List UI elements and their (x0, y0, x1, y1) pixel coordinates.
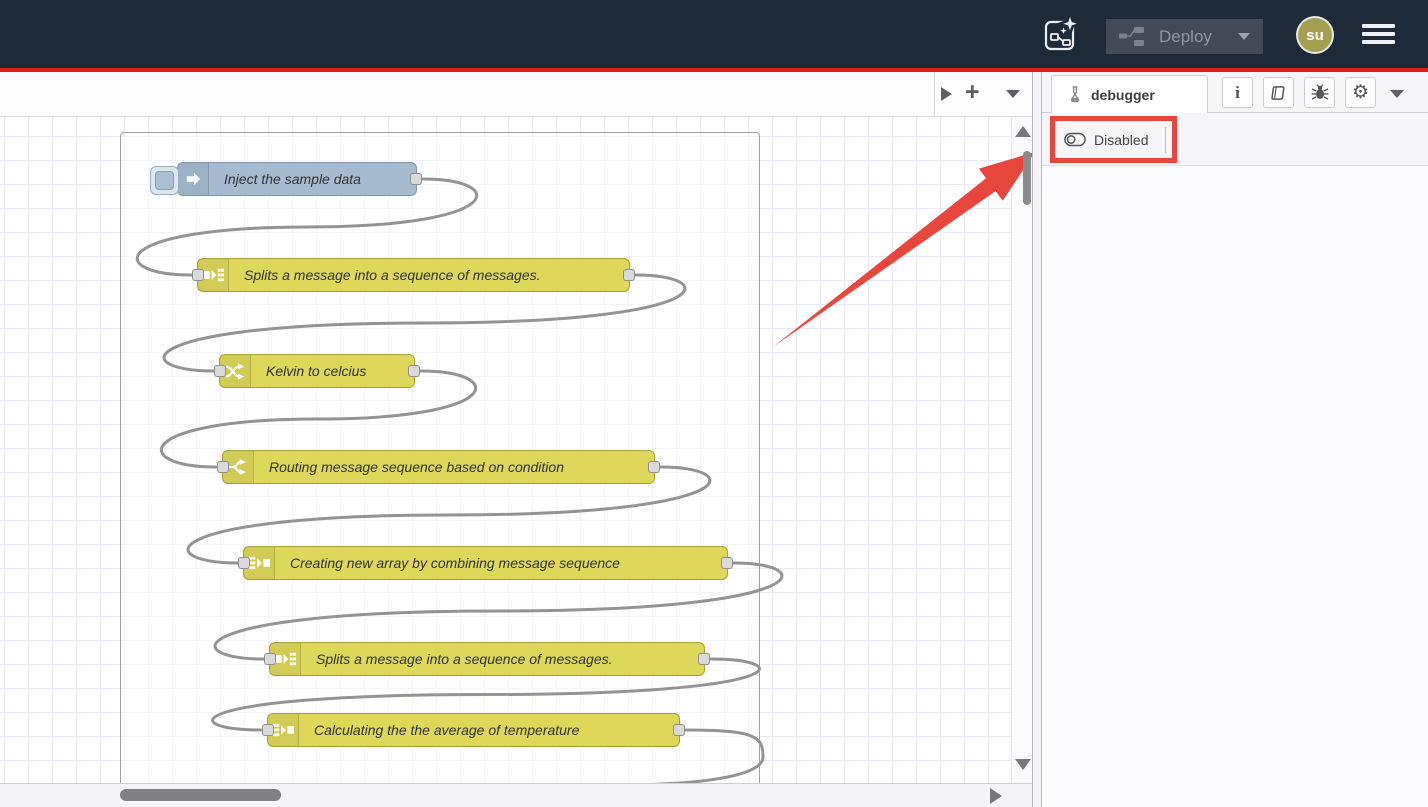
panel-splitter[interactable] (1033, 72, 1041, 807)
info-icon: i (1235, 83, 1240, 103)
toolbar-separator (1165, 127, 1166, 153)
toggle-off-icon (1064, 132, 1086, 147)
flow-list-chevron-icon[interactable] (1006, 90, 1020, 98)
deploy-chevron-icon[interactable] (1238, 33, 1250, 40)
vertical-scroll-track[interactable] (1011, 117, 1032, 783)
gear-icon: ⚙ (1352, 83, 1369, 102)
vertical-scrollbar-thumb[interactable] (1023, 151, 1031, 205)
disabled-label: Disabled (1094, 132, 1148, 148)
deploy-label: Deploy (1159, 27, 1212, 47)
sidebar: debugger i (1041, 72, 1428, 807)
output-port[interactable] (623, 269, 635, 281)
scroll-right-icon[interactable] (990, 788, 1002, 804)
node-label: Kelvin to celcius (251, 355, 380, 387)
flow-node-split[interactable]: Splits a message into a sequence of mess… (269, 642, 705, 676)
input-port[interactable] (192, 269, 204, 281)
deploy-nodes-icon (1119, 27, 1146, 46)
output-port[interactable] (408, 365, 420, 377)
flask-icon (1067, 86, 1083, 103)
node-label: Splits a message into a sequence of mess… (229, 259, 555, 291)
bug-icon (1311, 84, 1329, 101)
output-port[interactable] (698, 653, 710, 665)
sidebar-options-chevron-icon[interactable] (1390, 90, 1404, 98)
tab-debugger-label: debugger (1091, 87, 1155, 103)
inject-trigger-button[interactable] (150, 166, 179, 195)
flow-node-join[interactable]: Calculating the the average of temperatu… (267, 713, 680, 747)
sidebar-tab-row: debugger i (1042, 72, 1428, 113)
workspace-region: + Inject the sample data Splits a message… (0, 72, 1033, 807)
annotation-highlight-box: Disabled (1050, 116, 1177, 163)
docs-button[interactable] (1263, 77, 1294, 108)
input-port[interactable] (262, 724, 274, 736)
output-port[interactable] (721, 557, 733, 569)
flow-node-inject[interactable]: Inject the sample data (177, 162, 417, 196)
inject-node-icon (178, 163, 209, 195)
node-label: Calculating the the average of temperatu… (299, 714, 593, 746)
settings-button[interactable]: ⚙ (1345, 77, 1376, 108)
input-port[interactable] (264, 653, 276, 665)
output-port[interactable] (410, 173, 422, 185)
flow-node-split[interactable]: Splits a message into a sequence of mess… (197, 258, 630, 292)
tab-debugger[interactable]: debugger (1051, 75, 1208, 113)
input-port[interactable] (238, 557, 250, 569)
tabbar-separator (934, 72, 935, 116)
header-bar: Deploy su (0, 0, 1428, 68)
node-label: Splits a message into a sequence of mess… (301, 643, 627, 675)
flow-node-switch[interactable]: Routing message sequence based on condit… (222, 450, 655, 484)
node-label: Creating new array by combining message … (275, 547, 634, 579)
add-flow-button[interactable]: + (965, 77, 980, 107)
horizontal-scroll-track[interactable] (0, 783, 1032, 807)
flow-assistant-icon[interactable] (1042, 15, 1080, 53)
output-port[interactable] (673, 724, 685, 736)
tab-scroll-right-icon[interactable] (941, 87, 952, 101)
flow-node-join[interactable]: Creating new array by combining message … (243, 546, 728, 580)
input-port[interactable] (217, 461, 229, 473)
debugger-toolbar: Disabled (1042, 113, 1428, 166)
scroll-down-icon[interactable] (1015, 759, 1031, 770)
scroll-up-icon[interactable] (1015, 126, 1031, 137)
flow-canvas[interactable]: Inject the sample data Splits a message i… (0, 117, 1032, 783)
info-button[interactable]: i (1222, 77, 1253, 108)
main-menu-icon[interactable] (1362, 24, 1395, 48)
node-label: Routing message sequence based on condit… (254, 451, 578, 483)
output-port[interactable] (648, 461, 660, 473)
user-avatar[interactable]: su (1298, 18, 1332, 52)
debugger-disabled-toggle[interactable]: Disabled (1055, 131, 1154, 149)
debug-button[interactable] (1304, 77, 1335, 108)
node-label: Inject the sample data (209, 163, 375, 195)
horizontal-scrollbar-thumb[interactable] (120, 789, 281, 801)
flow-node-change[interactable]: Kelvin to celcius (219, 354, 415, 388)
input-port[interactable] (214, 365, 226, 377)
book-icon (1270, 85, 1287, 101)
workspace-tab-bar: + (0, 72, 1032, 117)
debugger-panel-body (1042, 166, 1428, 807)
deploy-button[interactable]: Deploy (1106, 19, 1263, 54)
